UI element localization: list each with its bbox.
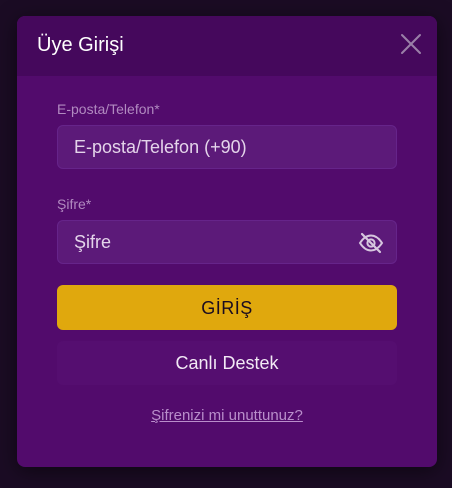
password-field[interactable] <box>58 221 396 263</box>
login-button[interactable]: GİRİŞ <box>57 285 397 330</box>
login-modal: Üye Girişi E-posta/Telefon* Şifre* GİRİŞ… <box>17 16 437 467</box>
modal-header: Üye Girişi <box>17 16 437 76</box>
password-label: Şifre* <box>57 196 92 212</box>
email-field-wrapper <box>57 125 397 169</box>
email-label: E-posta/Telefon* <box>57 101 160 117</box>
email-field[interactable] <box>58 126 396 168</box>
live-support-button[interactable]: Canlı Destek <box>57 341 397 385</box>
forgot-password-link[interactable]: Şifrenizi mi unuttunuz? <box>17 407 437 424</box>
close-icon[interactable] <box>399 32 423 56</box>
password-field-wrapper <box>57 220 397 264</box>
modal-title: Üye Girişi <box>37 34 124 56</box>
eye-off-icon[interactable] <box>358 231 384 255</box>
